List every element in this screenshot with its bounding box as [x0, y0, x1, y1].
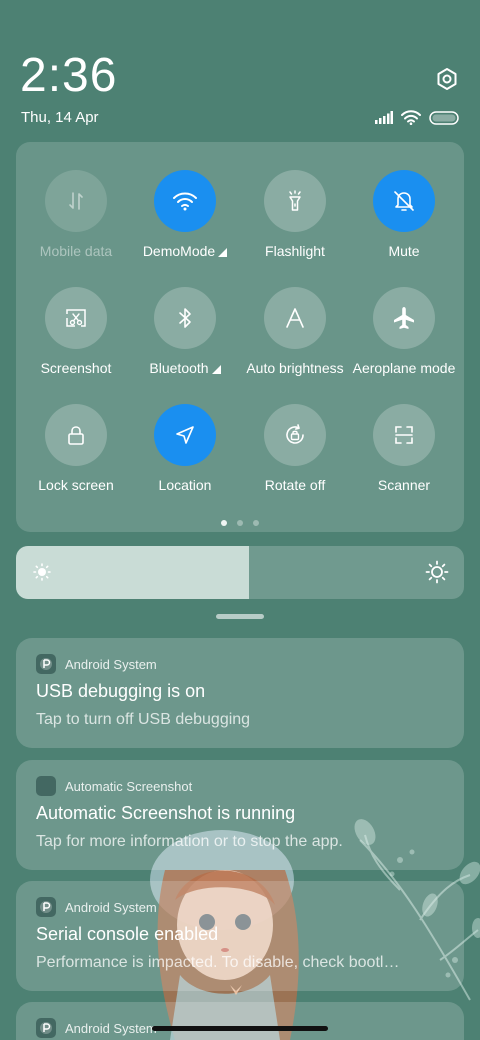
tile-scanner-label: Scanner: [377, 477, 431, 493]
notification-card[interactable]: Android System: [16, 1002, 464, 1040]
expand-corner-icon: [211, 365, 221, 374]
date-label: Thu, 14 Apr: [21, 109, 99, 126]
page-dot[interactable]: [237, 520, 243, 526]
cellular-signal-icon: [375, 111, 393, 124]
airplane-icon: [394, 307, 414, 329]
brightness-slider[interactable]: [16, 546, 464, 599]
notification-body: Tap for more information or to stop the …: [36, 833, 343, 850]
rotate-lock-icon: [286, 424, 304, 444]
automatic-screenshot-app-icon: [36, 776, 56, 796]
tile-location[interactable]: Location: [130, 404, 240, 493]
page-dot[interactable]: [221, 520, 227, 526]
tile-mute-label: Mute: [388, 243, 420, 259]
tile-mobile-data[interactable]: Mobile data: [21, 170, 131, 259]
tile-screenshot-label: Screenshot: [40, 360, 112, 376]
notification-title: USB debugging is on: [36, 681, 206, 701]
tile-location-label: Location: [158, 477, 212, 493]
tile-demomode-label: DemoMode: [142, 243, 216, 259]
mobile-data-icon: [69, 192, 83, 210]
auto-brightness-icon: [286, 308, 304, 328]
tile-rotate-off-label: Rotate off: [264, 477, 326, 493]
notification-app-name: Android System: [65, 1020, 157, 1036]
notification-app-name: Android System: [65, 899, 157, 915]
tile-lock-screen[interactable]: Lock screen: [21, 404, 131, 493]
home-gesture-bar[interactable]: [152, 1026, 328, 1031]
notification-title: Serial console enabled: [36, 924, 219, 944]
tile-aeroplane-mode[interactable]: Aeroplane mode: [349, 287, 459, 376]
wifi-icon: [401, 110, 421, 125]
tile-mobile-data-label: Mobile data: [39, 243, 113, 259]
brightness-low-icon: [33, 563, 51, 581]
tile-bluetooth[interactable]: Bluetooth: [130, 287, 240, 376]
bluetooth-icon: [179, 308, 191, 328]
tile-auto-brightness-label: Auto brightness: [246, 360, 344, 376]
flashlight-icon: [289, 190, 301, 211]
notification-body: Performance is impacted. To disable, che…: [36, 954, 400, 971]
screenshot-icon: [66, 309, 86, 327]
notification-app-name: Automatic Screenshot: [65, 778, 193, 794]
system-status-icons: [375, 110, 461, 125]
tile-bluetooth-label: Bluetooth: [149, 360, 209, 376]
tile-screenshot[interactable]: Screenshot: [21, 287, 131, 376]
tile-flashlight[interactable]: Flashlight: [240, 170, 350, 259]
battery-icon: [429, 110, 459, 125]
lock-icon: [68, 426, 84, 445]
notification-title: Automatic Screenshot is running: [36, 803, 296, 823]
tile-auto-brightness[interactable]: Auto brightness: [240, 287, 350, 376]
android-system-icon: [36, 654, 56, 674]
android-system-icon: [36, 1018, 56, 1038]
shade-drag-handle[interactable]: [216, 614, 264, 619]
tile-rotate-off[interactable]: Rotate off: [240, 404, 350, 493]
notification-card[interactable]: Android System Serial console enabled Pe…: [16, 881, 464, 991]
tile-demomode[interactable]: DemoMode: [130, 170, 240, 259]
settings-button[interactable]: [432, 64, 462, 94]
brightness-high-icon: [425, 560, 449, 584]
bell-muted-icon: [394, 191, 414, 211]
quick-settings-panel: Mobile data DemoMode Flashlight Mute Scr…: [16, 142, 464, 532]
tile-flashlight-label: Flashlight: [265, 243, 325, 259]
wifi-icon: [173, 192, 197, 211]
tile-scanner[interactable]: Scanner: [349, 404, 459, 493]
tile-lock-screen-label: Lock screen: [38, 477, 114, 493]
settings-hexagon-icon: [437, 68, 457, 90]
tile-mute[interactable]: Mute: [349, 170, 459, 259]
expand-corner-icon: [218, 248, 228, 257]
notification-app-name: Android System: [65, 656, 157, 672]
page-dot[interactable]: [253, 520, 259, 526]
android-system-icon: [36, 897, 56, 917]
notification-card[interactable]: Android System USB debugging is on Tap t…: [16, 638, 464, 748]
notification-body: Tap to turn off USB debugging: [36, 711, 251, 728]
scanner-icon: [395, 426, 413, 444]
notification-card[interactable]: Automatic Screenshot Automatic Screensho…: [16, 760, 464, 870]
clock-time: 2:36: [20, 49, 118, 102]
tile-aeroplane-mode-label: Aeroplane mode: [352, 360, 456, 376]
location-arrow-icon: [176, 426, 194, 444]
page-indicator: [16, 520, 464, 526]
